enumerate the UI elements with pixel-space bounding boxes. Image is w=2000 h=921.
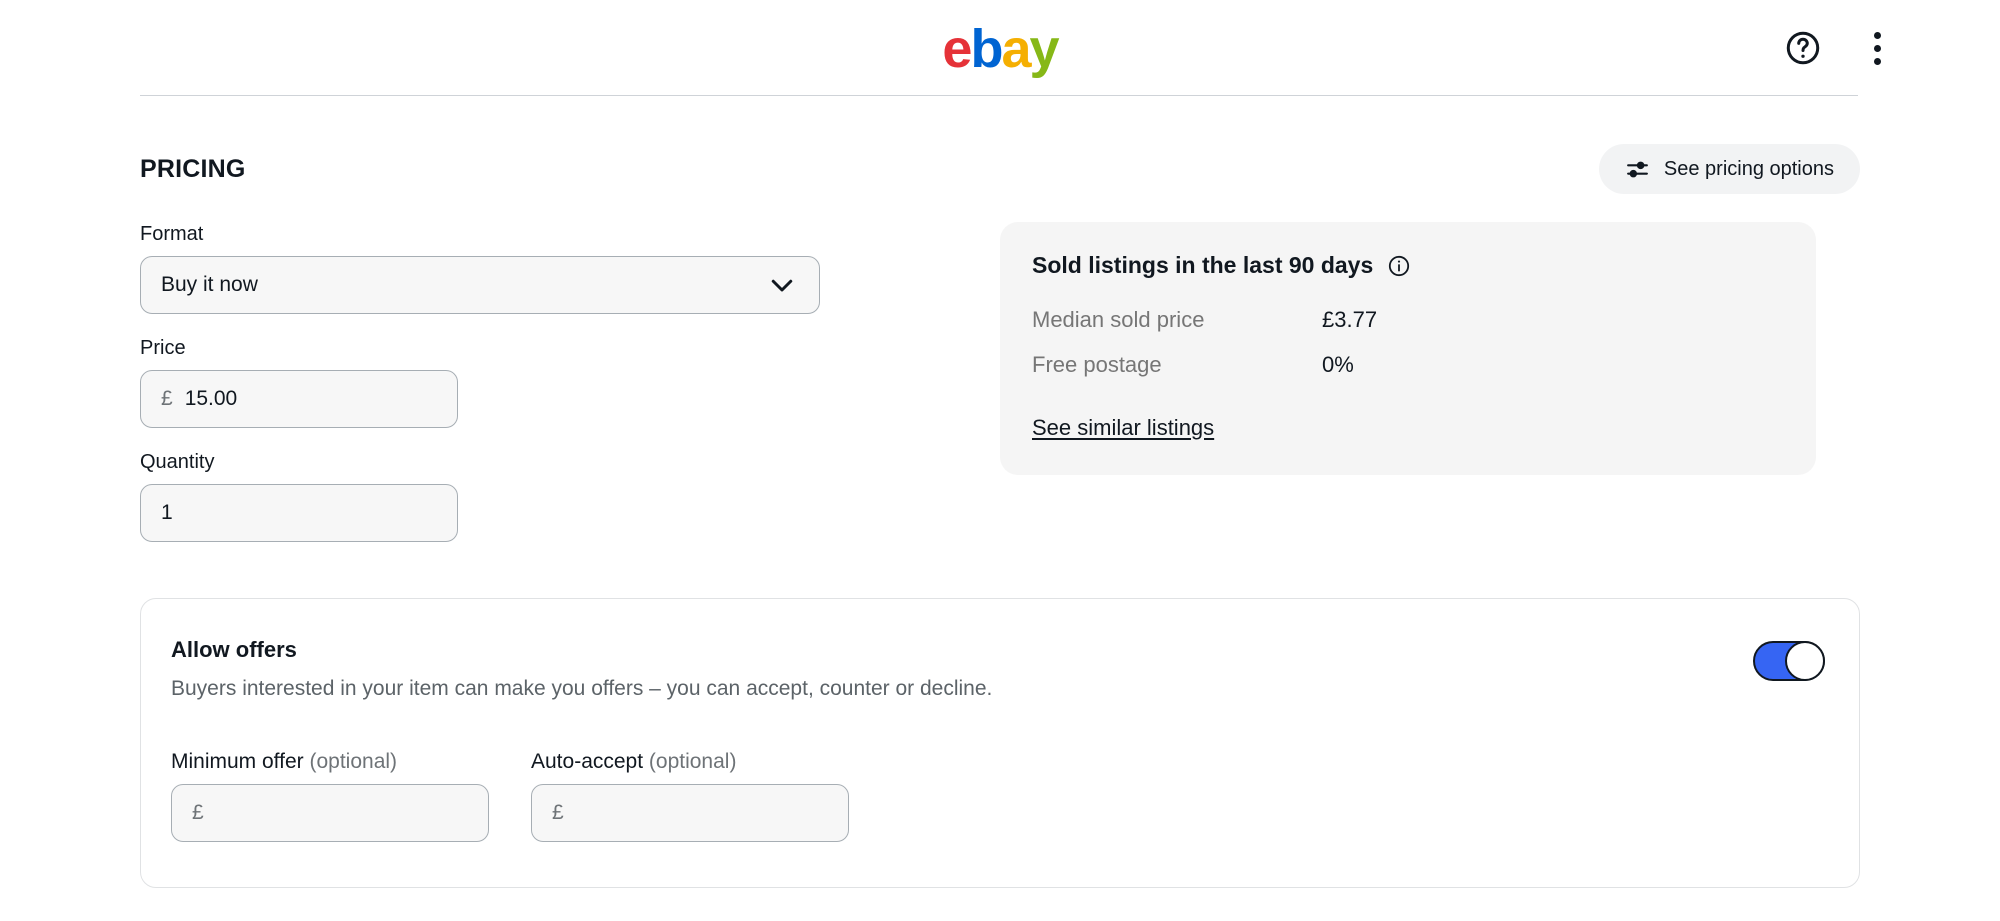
logo-letter-y: y [1029,19,1060,79]
pricing-form-column: Format Buy it now Price £ 15.00 Quantity… [140,222,840,564]
median-sold-price-value: £3.77 [1322,307,1378,332]
allow-offers-card: Allow offers Buyers interested in your i… [140,598,1860,888]
help-button[interactable] [1780,25,1826,71]
header-divider [140,95,1858,96]
logo-letter-b: b [970,19,1003,79]
info-icon[interactable] [1387,254,1411,278]
toggle-knob [1785,641,1825,681]
sold-listings-card: Sold listings in the last 90 days Median… [1000,222,1816,475]
app-header: ebay [0,0,2000,96]
format-label: Format [140,223,204,245]
price-input-wrapper[interactable]: £ [140,370,458,428]
allow-offers-description: Buyers interested in your item can make … [171,677,993,700]
quantity-input[interactable] [161,501,437,525]
logo-letter-a: a [1001,19,1031,79]
see-similar-listings-link[interactable]: See similar listings [1032,415,1214,441]
pricing-page-content: PRICING See pricing options Format Buy i… [0,144,2000,888]
price-label: Price [140,337,186,359]
auto-accept-label-text: Auto-accept [531,750,649,774]
format-selected-value: Buy it now [161,273,258,296]
quantity-label: Quantity [140,451,215,473]
allow-offers-toggle[interactable] [1753,641,1825,681]
overflow-menu-button[interactable] [1854,25,1900,71]
sliders-icon [1625,157,1650,182]
free-postage-value: 0% [1322,352,1354,377]
auto-accept-input-wrapper[interactable] [531,784,849,843]
minimum-offer-label-text: Minimum offer [171,750,310,774]
auto-accept-optional-text: (optional) [648,750,737,774]
sold-listings-title: Sold listings in the last 90 days [1032,252,1374,278]
free-postage-label: Free postage [1032,352,1162,377]
ebay-logo: ebay [942,19,1060,79]
logo-letter-e: e [942,19,972,79]
see-pricing-options-label: See pricing options [1663,157,1834,180]
sold-listings-header: Sold listings in the last 90 days [1032,252,1784,279]
chevron-down-icon [767,270,797,300]
quantity-input-wrapper[interactable] [140,484,458,542]
sold-listings-column: Sold listings in the last 90 days Median… [840,222,1860,475]
auto-accept-input[interactable] [552,801,828,826]
header-actions [1780,0,2000,96]
auto-accept-field: Auto-accept (optional) [531,750,849,843]
pricing-section-header: PRICING See pricing options [140,144,1860,194]
more-vertical-icon [1873,31,1881,65]
allow-offers-text: Allow offers Buyers interested in your i… [171,637,992,702]
price-input[interactable] [184,387,437,411]
median-sold-price-label: Median sold price [1032,307,1205,332]
allow-offers-header: Allow offers Buyers interested in your i… [171,637,1825,702]
quantity-field: Quantity [140,450,840,542]
minimum-offer-input[interactable] [192,801,468,826]
price-field: Price £ [140,336,840,428]
pricing-columns: Format Buy it now Price £ 15.00 Quantity… [140,222,1860,564]
format-select[interactable]: Buy it now [140,256,820,314]
price-currency-symbol: £ [161,387,173,410]
offer-amount-fields: Minimum offer (optional) Auto-accept (op… [171,750,1825,843]
format-field: Format Buy it now [140,222,840,314]
table-row: Free postage 0% [1032,352,1784,378]
page-title: PRICING [140,154,246,183]
minimum-offer-label: Minimum offer (optional) [171,750,489,774]
minimum-offer-optional-text: (optional) [309,750,398,774]
minimum-offer-field: Minimum offer (optional) [171,750,489,843]
minimum-offer-input-wrapper[interactable] [171,784,489,843]
see-pricing-options-button[interactable]: See pricing options [1598,144,1860,194]
table-row: Median sold price £3.77 [1032,307,1784,333]
auto-accept-label: Auto-accept (optional) [531,750,849,774]
help-circle-icon [1784,29,1822,67]
allow-offers-title: Allow offers [171,637,297,662]
